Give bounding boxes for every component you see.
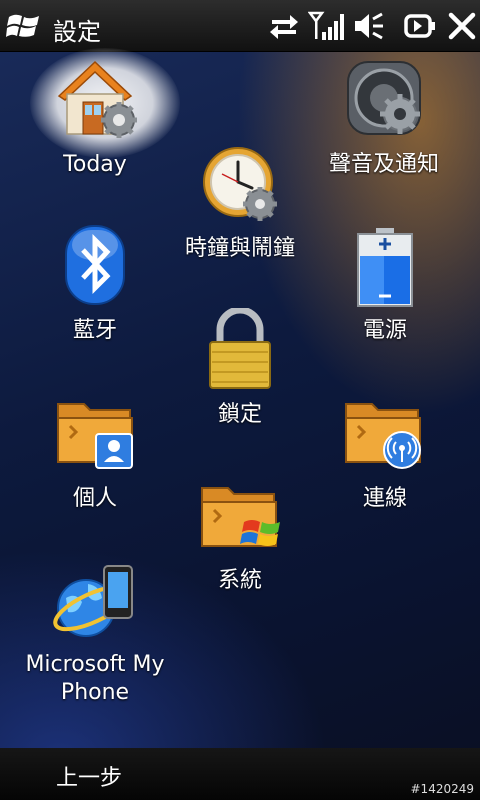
power-plug-icon[interactable]: [402, 10, 438, 42]
close-icon[interactable]: [448, 10, 476, 42]
settings-item-label: 藍牙: [72, 318, 117, 343]
settings-item-label: 系統: [217, 568, 262, 593]
settings-item-label: 連線: [362, 486, 407, 511]
settings-item-lock[interactable]: 鎖定: [180, 306, 300, 436]
data-sync-arrows-icon[interactable]: [268, 10, 300, 42]
signal-strength-icon[interactable]: [307, 10, 346, 42]
speaker-mute-icon[interactable]: [352, 10, 384, 42]
house-gear-icon: [55, 58, 139, 146]
settings-item-bluetooth[interactable]: 藍牙: [40, 222, 150, 352]
settings-item-label: Today: [63, 152, 127, 177]
folder-wireless-icon: [344, 396, 424, 476]
settings-item-power[interactable]: 電源: [330, 222, 440, 352]
settings-item-label: 個人: [72, 486, 117, 511]
settings-item-label: 鎖定: [217, 402, 262, 427]
settings-item-label: 聲音及通知: [328, 152, 439, 177]
folder-person-icon: [56, 396, 136, 476]
settings-item-label: 電源: [362, 318, 407, 343]
settings-item-label-line1: Microsoft My: [25, 652, 165, 677]
bluetooth-icon: [64, 224, 126, 310]
settings-item-connections[interactable]: 連線: [330, 390, 440, 520]
settings-item-today[interactable]: Today: [30, 56, 160, 186]
folder-windows-icon: [200, 480, 282, 560]
settings-item-label-line2: Phone: [60, 680, 130, 705]
speaker-gear-icon: [344, 58, 428, 146]
settings-item-label: 時鐘與鬧鐘: [184, 236, 295, 261]
softkey-bar: 上一步 #1420249: [0, 748, 480, 800]
watermark: #1420249: [410, 782, 475, 796]
page-title: 設定: [53, 18, 101, 46]
battery-icon: [356, 226, 414, 312]
status-bar: 設定: [0, 0, 480, 52]
settings-item-system[interactable]: 系統: [180, 472, 300, 602]
settings-item-sound[interactable]: 聲音及通知: [314, 56, 454, 186]
back-softkey[interactable]: 上一步: [56, 760, 122, 792]
settings-item-microsoft-my-phone[interactable]: Microsoft My Phone: [20, 556, 170, 716]
padlock-icon: [208, 306, 272, 394]
clock-gear-icon: [200, 144, 284, 232]
settings-item-personal[interactable]: 個人: [40, 390, 150, 520]
windows-start-icon[interactable]: [6, 10, 42, 42]
settings-item-clock-alarm[interactable]: 時鐘與鬧鐘: [170, 140, 310, 270]
globe-phone-icon: [52, 562, 140, 646]
